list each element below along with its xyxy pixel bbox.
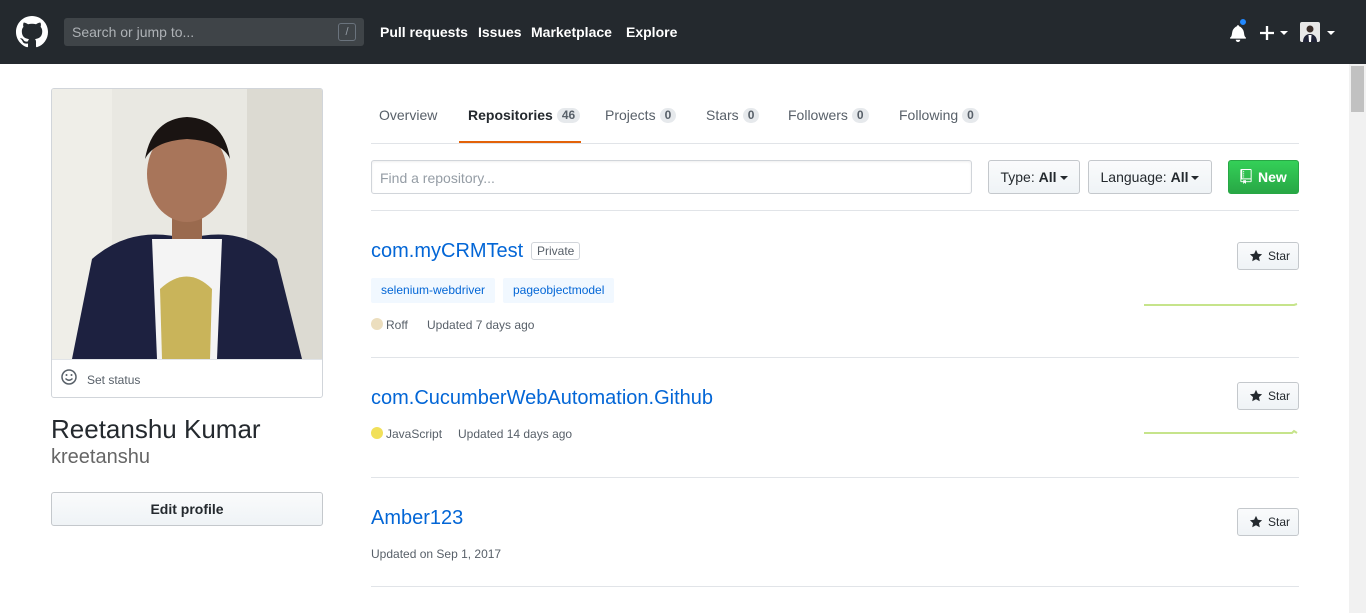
repo-icon: [1240, 169, 1252, 184]
activity-sparkline: [1144, 303, 1298, 306]
tab-counter: 0: [742, 108, 760, 123]
create-dropdown-caret-icon[interactable]: [1280, 31, 1288, 35]
topic-tag[interactable]: pageobjectmodel: [503, 278, 615, 303]
notification-indicator: [1238, 17, 1248, 27]
tab-label: Overview: [379, 107, 438, 123]
search-shortcut-hint: /: [338, 23, 356, 41]
tab-repositories[interactable]: Repositories 46: [468, 107, 581, 123]
star-button-label: Star: [1268, 515, 1291, 529]
tab-label: Stars: [706, 107, 739, 123]
page-scrollbar[interactable]: [1349, 64, 1366, 613]
private-badge: Private: [531, 242, 581, 260]
topic-tag[interactable]: selenium-webdriver: [371, 278, 496, 303]
language-filter-value: All: [1170, 169, 1189, 185]
nav-marketplace[interactable]: Marketplace: [531, 24, 612, 40]
profile-username: kreetanshu: [51, 446, 150, 468]
repo-language: Roff: [371, 318, 408, 332]
chevron-down-icon: [1191, 176, 1200, 180]
type-filter-dropdown[interactable]: Type: All: [988, 160, 1080, 194]
tab-projects[interactable]: Projects 0: [605, 107, 677, 123]
star-icon: [1249, 249, 1263, 262]
active-tab-indicator: [459, 141, 581, 143]
type-filter-value: All: [1038, 169, 1057, 185]
tab-counter: 0: [962, 108, 979, 123]
tab-counter: 0: [659, 108, 677, 123]
set-status-label: Set status: [87, 373, 141, 387]
type-filter-label: Type:: [1000, 169, 1035, 185]
language-color-dot: [371, 318, 383, 330]
tab-label: Following: [899, 107, 959, 123]
repo-language: JavaScript: [371, 427, 442, 441]
edit-profile-button[interactable]: Edit profile: [51, 492, 323, 526]
profile-full-name: Reetanshu Kumar: [51, 414, 261, 444]
search-input[interactable]: Search or jump to... /: [64, 18, 364, 46]
repo-list-item: [371, 478, 1299, 587]
tab-counter: 46: [556, 108, 581, 123]
repo-updated: Updated 7 days ago: [427, 318, 535, 332]
tab-stars[interactable]: Stars 0: [706, 107, 760, 123]
tab-label: Followers: [788, 107, 848, 123]
star-icon: [1249, 389, 1263, 402]
tab-followers[interactable]: Followers 0: [788, 107, 869, 123]
repo-name-link[interactable]: Amber123: [371, 507, 463, 530]
set-status-button[interactable]: Set status: [52, 359, 322, 397]
language-name: Roff: [386, 318, 408, 332]
scrollbar-thumb[interactable]: [1351, 66, 1364, 112]
star-button[interactable]: Star: [1237, 382, 1299, 410]
profile-tabs: Overview Repositories 46 Projects 0 Stars 0…: [371, 88, 1299, 144]
plus-icon[interactable]: [1260, 26, 1274, 40]
repo-name-link[interactable]: com.myCRMTest: [371, 240, 523, 263]
repo-name-link[interactable]: com.CucumberWebAutomation.Github: [371, 387, 713, 410]
smiley-icon: [61, 369, 77, 385]
tab-overview[interactable]: Overview: [379, 107, 437, 123]
global-header: Search or jump to... / Pull requests Iss…: [0, 0, 1366, 64]
tab-label: Repositories: [468, 107, 553, 123]
nav-pull-requests[interactable]: Pull requests: [380, 24, 468, 40]
star-icon: [1249, 515, 1263, 528]
language-name: JavaScript: [386, 427, 443, 441]
repo-updated: Updated on Sep 1, 2017: [371, 547, 502, 561]
find-repository-input[interactable]: Find a repository...: [371, 160, 972, 194]
tab-following[interactable]: Following 0: [899, 107, 979, 123]
search-placeholder: Search or jump to...: [72, 24, 195, 40]
star-button[interactable]: Star: [1237, 242, 1299, 270]
language-filter-label: Language:: [1100, 169, 1167, 185]
new-repository-button[interactable]: New: [1228, 160, 1299, 194]
profile-avatar[interactable]: [52, 89, 322, 359]
language-filter-dropdown[interactable]: Language: All: [1088, 160, 1212, 194]
tab-counter: 0: [851, 108, 869, 123]
activity-sparkline: [1144, 429, 1298, 434]
star-button[interactable]: Star: [1237, 508, 1299, 536]
repo-updated: Updated 14 days ago: [458, 427, 573, 441]
profile-avatar-card: Set status: [51, 88, 323, 398]
find-repository-placeholder: Find a repository...: [380, 170, 495, 186]
star-button-label: Star: [1268, 249, 1291, 263]
tab-label: Projects: [605, 107, 656, 123]
nav-explore[interactable]: Explore: [626, 24, 677, 40]
user-menu-caret-icon[interactable]: [1327, 31, 1335, 35]
chevron-down-icon: [1059, 176, 1068, 180]
user-avatar-icon[interactable]: [1300, 22, 1320, 42]
star-button-label: Star: [1268, 389, 1291, 403]
nav-issues[interactable]: Issues: [478, 24, 522, 40]
language-color-dot: [371, 427, 383, 439]
new-button-label: New: [1258, 169, 1287, 185]
github-logo-icon[interactable]: [16, 16, 48, 48]
repo-list-item: [371, 358, 1299, 478]
